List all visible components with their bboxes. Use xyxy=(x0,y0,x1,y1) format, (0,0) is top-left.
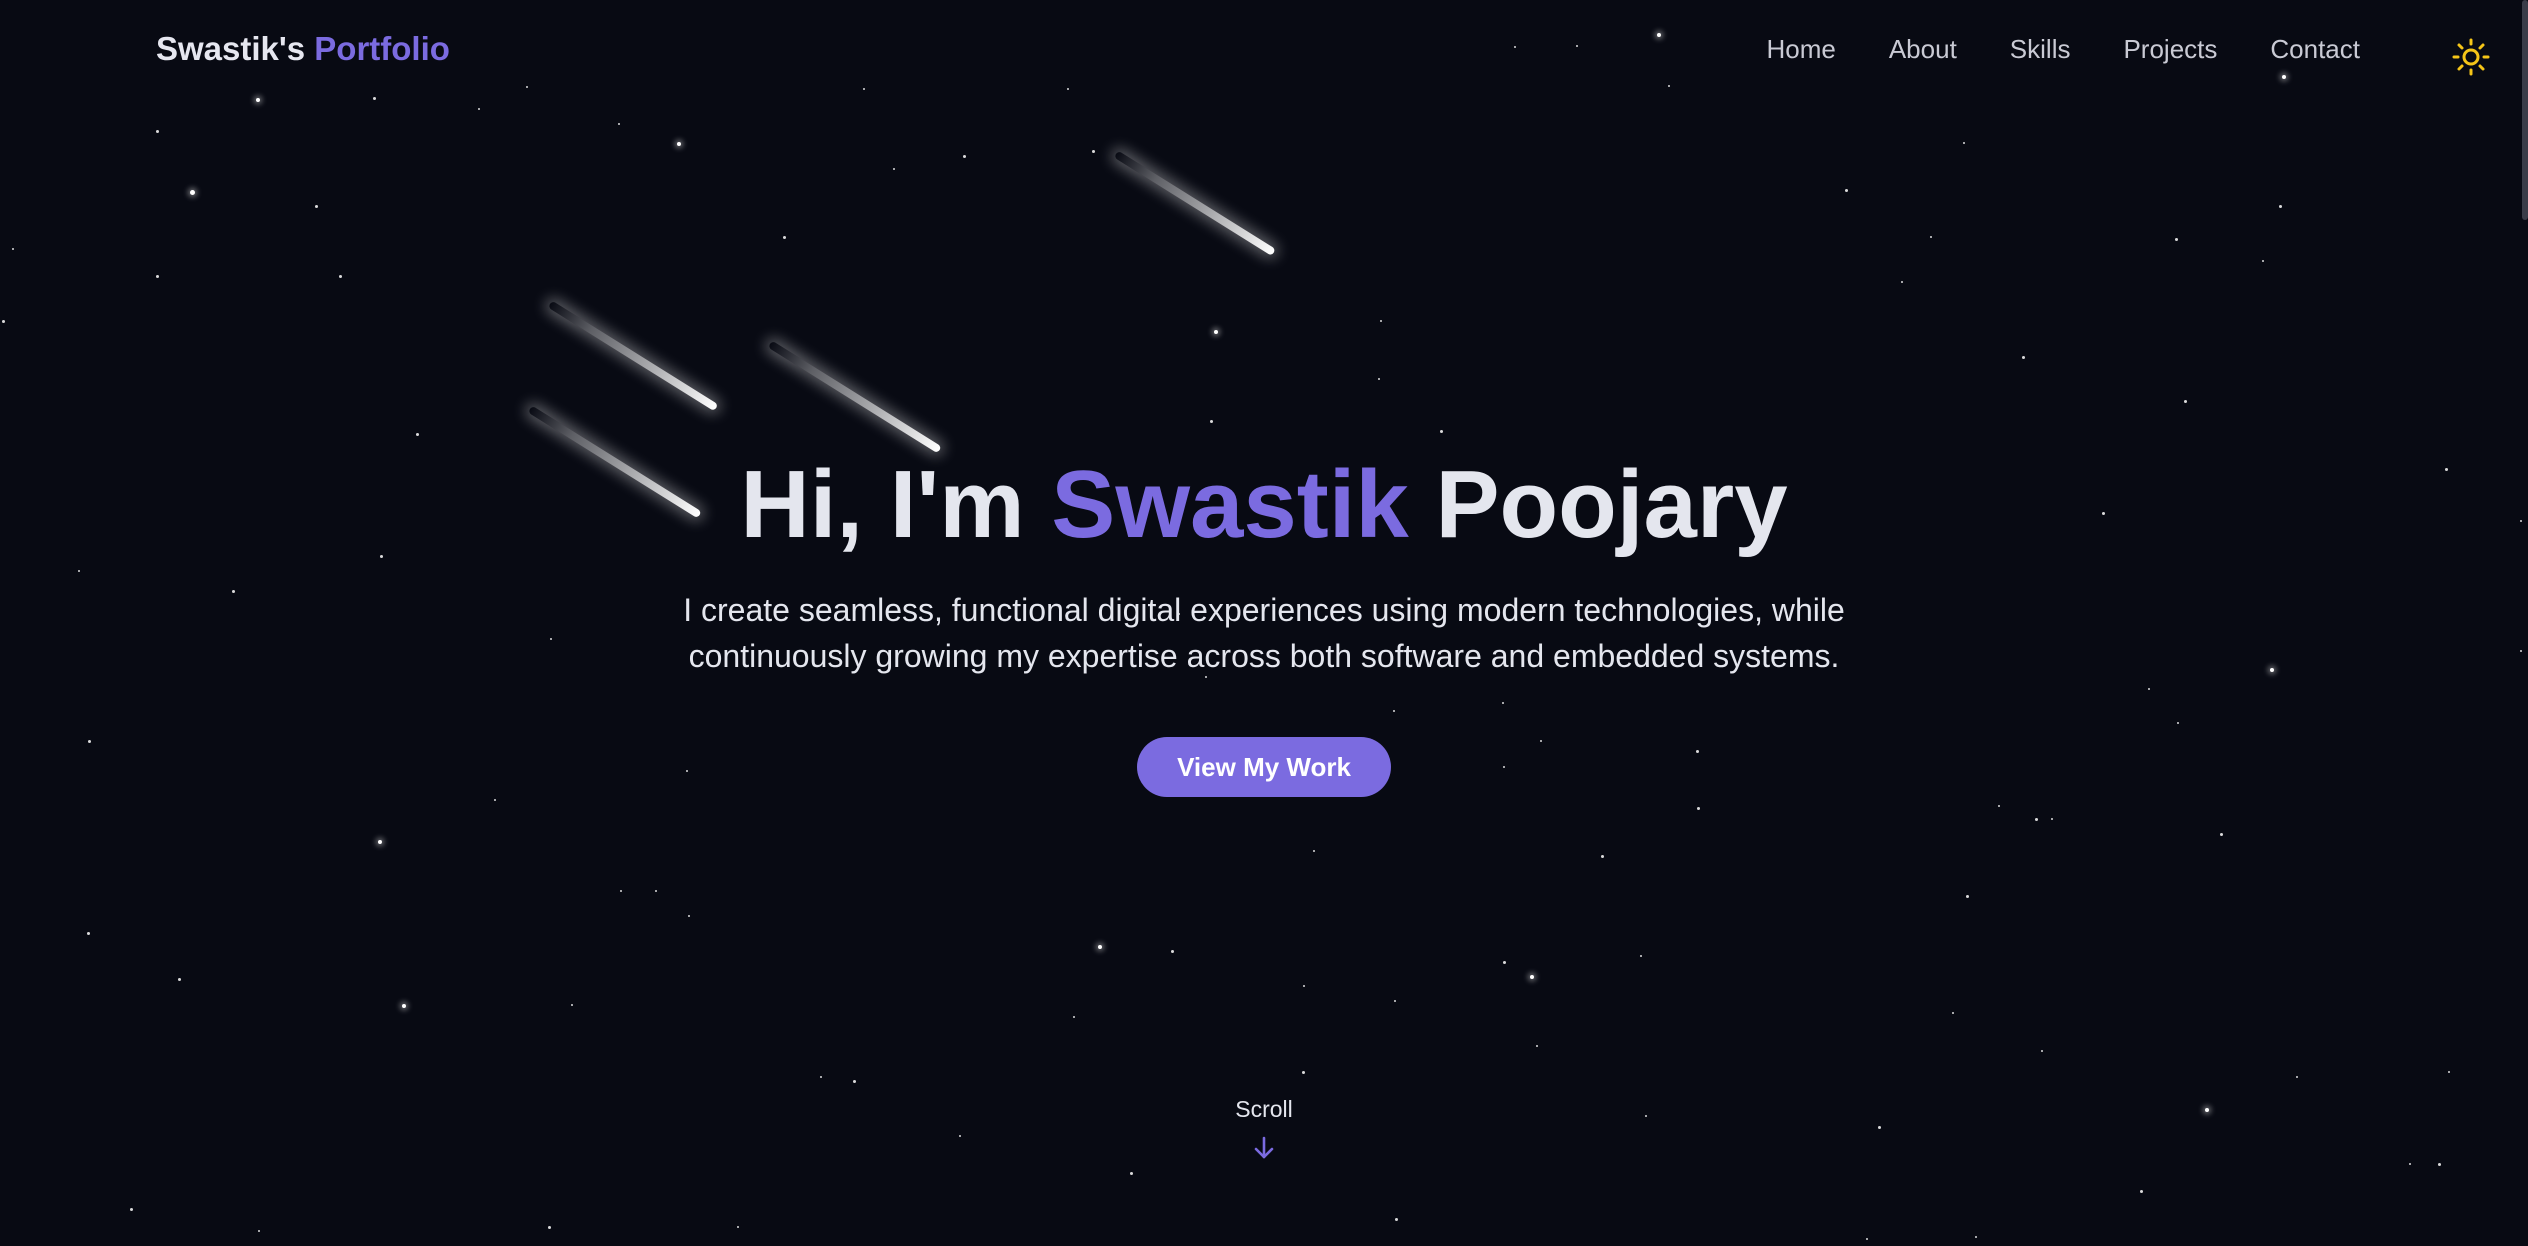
star xyxy=(494,799,496,801)
arrow-down-icon xyxy=(1254,1136,1274,1159)
star xyxy=(655,890,657,892)
star xyxy=(378,840,382,844)
brand-name: Swastik's xyxy=(156,30,306,67)
hero-title-accent: Swastik xyxy=(1051,451,1409,558)
star xyxy=(1378,378,1380,380)
star xyxy=(1866,1238,1868,1240)
scroll-indicator[interactable]: Scroll xyxy=(0,1096,2528,1161)
star xyxy=(853,1080,856,1083)
star xyxy=(1845,189,1848,192)
star xyxy=(1214,330,1218,334)
star xyxy=(258,1230,260,1232)
theme-toggle-button[interactable] xyxy=(2452,38,2490,76)
star xyxy=(1313,850,1315,852)
star xyxy=(1536,1045,1538,1047)
star xyxy=(783,236,786,239)
hero-section: Hi, I'm Swastik Poojary I create seamles… xyxy=(0,445,2528,797)
star xyxy=(1975,1236,1977,1238)
star xyxy=(1302,1071,1305,1074)
star xyxy=(548,1226,551,1229)
star xyxy=(156,130,159,133)
star xyxy=(1930,236,1932,238)
star xyxy=(1601,855,1604,858)
nav-links: Home About Skills Projects Contact xyxy=(1766,34,2360,65)
star xyxy=(478,108,480,110)
star xyxy=(2,320,5,323)
nav-link-skills[interactable]: Skills xyxy=(2010,34,2071,65)
brand-logo[interactable]: Swastik's Portfolio xyxy=(156,30,450,68)
star xyxy=(2051,818,2053,820)
star xyxy=(178,978,181,981)
star xyxy=(416,433,419,436)
star xyxy=(12,248,14,250)
star xyxy=(2140,1190,2143,1193)
nav-link-home[interactable]: Home xyxy=(1766,34,1835,65)
star xyxy=(87,932,90,935)
star xyxy=(1130,1172,1133,1175)
scroll-label: Scroll xyxy=(1235,1096,1293,1122)
star xyxy=(2296,1076,2298,1078)
star xyxy=(1966,895,1969,898)
star xyxy=(677,142,681,146)
star xyxy=(402,1004,406,1008)
sun-icon xyxy=(2452,38,2490,76)
star xyxy=(2184,400,2187,403)
star xyxy=(1098,945,1102,949)
star xyxy=(1380,320,1382,322)
star xyxy=(2035,818,2038,821)
star xyxy=(2022,356,2025,359)
star xyxy=(1073,1016,1075,1018)
nav-link-projects[interactable]: Projects xyxy=(2123,34,2217,65)
star xyxy=(620,890,622,892)
star xyxy=(1697,807,1700,810)
star xyxy=(820,1076,822,1078)
star xyxy=(190,190,195,195)
star xyxy=(963,155,966,158)
star xyxy=(1171,950,1174,953)
star xyxy=(156,275,159,278)
star xyxy=(339,275,342,278)
view-my-work-button[interactable]: View My Work xyxy=(1137,737,1391,797)
star xyxy=(2448,1071,2450,1073)
star xyxy=(2175,238,2178,241)
hero-title-prefix: Hi, I'm xyxy=(740,451,1025,558)
star xyxy=(893,168,895,170)
star xyxy=(1440,430,1443,433)
nav-link-about[interactable]: About xyxy=(1889,34,1957,65)
star xyxy=(2220,833,2223,836)
star xyxy=(688,915,690,917)
star xyxy=(2409,1163,2411,1165)
star xyxy=(1092,150,1095,153)
star xyxy=(315,205,318,208)
hero-title-suffix: Poojary xyxy=(1435,451,1788,558)
star xyxy=(1210,420,1213,423)
star xyxy=(2279,205,2282,208)
star xyxy=(1503,961,1506,964)
star xyxy=(1952,1012,1954,1014)
star xyxy=(1303,985,1305,987)
brand-accent: Portfolio xyxy=(314,30,450,67)
star xyxy=(1640,955,1642,957)
hero-description: I create seamless, functional digital ex… xyxy=(683,592,1845,674)
star xyxy=(2438,1163,2441,1166)
hero-title: Hi, I'm Swastik Poojary xyxy=(0,445,2528,565)
portfolio-page: Swastik's Portfolio Home About Skills Pr… xyxy=(0,0,2528,1246)
star xyxy=(737,1226,739,1228)
star xyxy=(2041,1050,2043,1052)
star xyxy=(618,123,620,125)
star xyxy=(1530,975,1534,979)
navbar: Swastik's Portfolio Home About Skills Pr… xyxy=(0,0,2528,100)
star xyxy=(1998,805,2000,807)
star xyxy=(130,1208,133,1211)
star xyxy=(1963,142,1965,144)
star xyxy=(1901,281,1903,283)
star xyxy=(571,1004,573,1006)
page-scrollbar[interactable] xyxy=(2522,0,2528,220)
star xyxy=(1395,1218,1398,1221)
star xyxy=(1394,1000,1396,1002)
nav-link-contact[interactable]: Contact xyxy=(2270,34,2360,65)
star xyxy=(2262,260,2264,262)
